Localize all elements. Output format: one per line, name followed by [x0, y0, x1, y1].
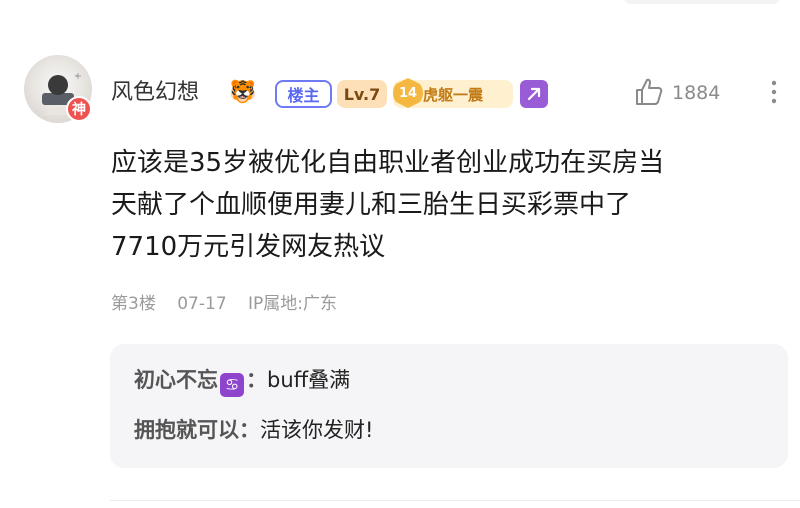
- post-date: 07-17: [177, 294, 227, 314]
- more-vertical-icon[interactable]: [768, 78, 780, 106]
- thumbs-up-icon[interactable]: [632, 75, 666, 109]
- reply-separator: ：: [239, 418, 260, 442]
- divider: [110, 500, 800, 501]
- like-count: 1884: [672, 82, 721, 104]
- title-badge-label: 虎躯一震: [423, 85, 484, 104]
- reply-separator: ：: [246, 368, 267, 392]
- post-content-line: 应该是35岁被优化自由职业者创业成功在买房当: [111, 148, 665, 178]
- cancer-zodiac-icon: ♋: [220, 373, 244, 397]
- reply-author[interactable]: 初心不忘: [134, 368, 218, 392]
- post-meta: 第3楼 07-17 IP属地:广东: [111, 292, 353, 316]
- op-tag: 楼主: [275, 80, 332, 108]
- post-content-line: 7710万元引发网友热议: [111, 232, 386, 262]
- reply-preview-box[interactable]: 初心不忘 ♋ ：buff叠满 拥抱就可以：活该你发财!: [110, 344, 788, 468]
- level-badge: Lv.7: [337, 80, 387, 108]
- tiger-emoji: 🐯: [229, 80, 257, 105]
- reply-item[interactable]: 拥抱就可以：活该你发财!: [134, 414, 373, 446]
- ip-location: IP属地:广东: [248, 294, 338, 314]
- reply-author[interactable]: 拥抱就可以: [134, 418, 239, 442]
- reply-text: buff叠满: [267, 368, 351, 392]
- reply-item[interactable]: 初心不忘 ♋ ：buff叠满: [134, 364, 350, 397]
- reply-text: 活该你发财!: [260, 418, 374, 442]
- avatar-god-badge: 神: [66, 96, 92, 122]
- username[interactable]: 风色幻想: [111, 78, 199, 108]
- post-content-line: 天献了个血顺便用妻儿和三胎生日买彩票中了: [111, 190, 632, 220]
- floor-number: 第3楼: [111, 294, 156, 314]
- share-arrow-icon[interactable]: [520, 80, 548, 108]
- post-content: 应该是35岁被优化自由职业者创业成功在买房当 天献了个血顺便用妻儿和三胎生日买彩…: [111, 142, 771, 268]
- top-pill-button[interactable]: [622, 0, 782, 4]
